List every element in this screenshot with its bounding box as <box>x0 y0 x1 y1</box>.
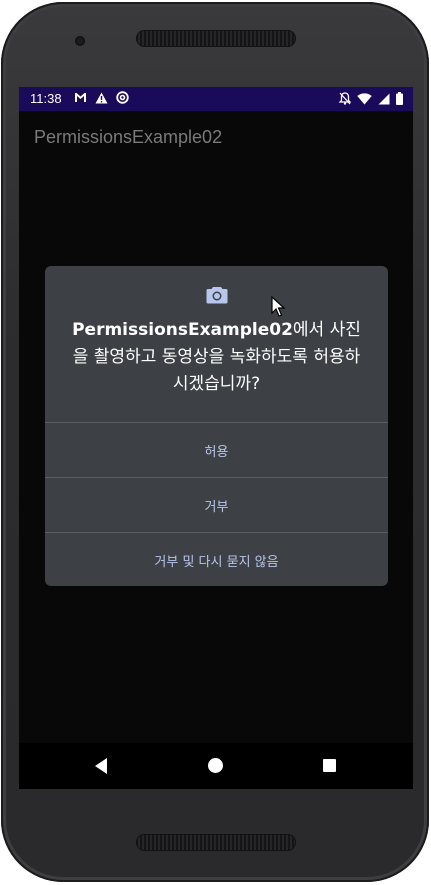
permission-dialog: PermissionsExample02에서 사진을 촬영하고 동영상을 녹화하… <box>45 266 388 586</box>
screen: 11:38 PermissionsExample02 PermissionsEx… <box>19 87 413 789</box>
status-bar: 11:38 <box>19 87 413 111</box>
signal-icon <box>378 93 390 104</box>
deny-button[interactable]: 거부 <box>45 478 388 532</box>
navigation-bar <box>19 743 413 789</box>
mouse-cursor-icon <box>271 296 285 317</box>
status-right-icons <box>339 92 403 105</box>
dialog-message: PermissionsExample02에서 사진을 촬영하고 동영상을 녹화하… <box>67 317 366 398</box>
bottom-speaker <box>136 834 296 851</box>
notifications-off-icon <box>339 92 351 105</box>
gmail-icon <box>75 93 86 102</box>
back-icon[interactable] <box>93 757 111 775</box>
battery-icon <box>396 92 403 105</box>
front-camera <box>75 36 85 46</box>
allow-button[interactable]: 허용 <box>45 423 388 477</box>
dialog-app-name: PermissionsExample02 <box>72 320 293 340</box>
deny-dont-ask-button[interactable]: 거부 및 다시 묻지 않음 <box>45 533 388 586</box>
phone-frame: 11:38 PermissionsExample02 PermissionsEx… <box>1 2 429 882</box>
recents-icon[interactable] <box>323 759 336 772</box>
wifi-icon <box>357 92 372 104</box>
top-speaker <box>136 30 296 47</box>
camera-icon <box>206 287 228 304</box>
sync-icon <box>116 91 129 104</box>
warning-icon <box>95 92 108 103</box>
status-left-icons <box>74 91 129 104</box>
home-icon[interactable] <box>208 758 223 773</box>
status-time: 11:38 <box>30 91 62 106</box>
